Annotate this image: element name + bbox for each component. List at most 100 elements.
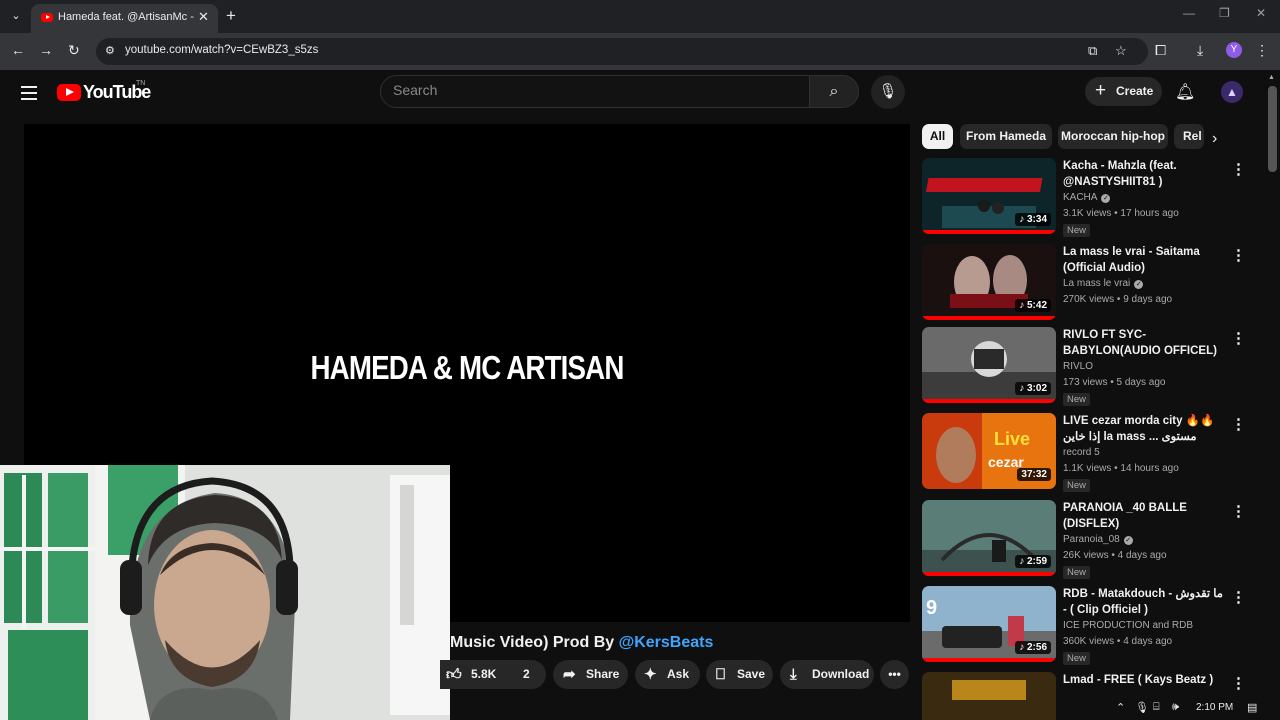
- chip-all[interactable]: All: [922, 124, 953, 149]
- notification-center-icon[interactable]: ▤: [1247, 701, 1257, 714]
- thumbnail[interactable]: ♪ 2:59: [922, 500, 1056, 576]
- list-item[interactable]: Live cezar 37:32 LIVE cezar morda city 🔥🔥…: [922, 413, 1267, 493]
- new-badge: New: [1063, 479, 1091, 492]
- like-dislike-group: 👍︎ 5.8K 2: [440, 660, 546, 689]
- list-item[interactable]: ♪ 5:42 La mass le vrai - Saitama (Offici…: [922, 244, 1267, 324]
- minimize-icon[interactable]: —: [1183, 6, 1195, 20]
- new-tab-plus-icon[interactable]: +: [226, 6, 236, 26]
- more-vert-icon[interactable]: ⋮: [1231, 502, 1246, 520]
- notifications-bell-icon[interactable]: 🔔︎: [1175, 82, 1195, 102]
- new-badge: New: [1063, 224, 1091, 237]
- list-item[interactable]: ♪ 2:59 PARANOIA _40 BALLE (DISFLEX) Para…: [922, 500, 1267, 580]
- list-item[interactable]: ♪ 3:02 RIVLO FT SYC-BABYLON(AUDIO OFFICE…: [922, 327, 1267, 407]
- rec-meta: 1.1K views • 14 hours ago: [1063, 463, 1179, 474]
- chip-from-hameda[interactable]: From Hameda: [960, 124, 1052, 149]
- thumbs-up-icon[interactable]: 👍︎: [446, 660, 462, 689]
- guide-menu-icon[interactable]: [21, 86, 37, 104]
- more-vert-icon[interactable]: ⋮: [1231, 588, 1246, 606]
- install-app-icon[interactable]: ⧉: [1088, 43, 1097, 59]
- svg-text:Live: Live: [994, 429, 1030, 449]
- sparkle-icon: ✦: [644, 666, 657, 683]
- create-button[interactable]: + Create: [1085, 77, 1162, 106]
- window-close-icon[interactable]: ✕: [1256, 6, 1266, 20]
- downloads-icon[interactable]: ⤓: [1197, 42, 1203, 59]
- rec-channel[interactable]: La mass le vrai ✓: [1063, 278, 1144, 289]
- tab-close-icon[interactable]: ✕: [198, 9, 209, 25]
- comment-count[interactable]: 2: [523, 660, 530, 689]
- back-arrow-icon[interactable]: ←: [11, 42, 25, 58]
- page-scrollbar-thumb[interactable]: [1268, 86, 1277, 172]
- extensions-icon[interactable]: ⧠: [1155, 42, 1166, 59]
- address-bar[interactable]: ⚙ youtube.com/watch?v=CEwBZ3_s5zs ⧉ ☆: [96, 38, 1148, 65]
- reload-icon[interactable]: ↻: [68, 42, 80, 59]
- rec-channel[interactable]: RIVLO: [1063, 361, 1093, 372]
- rec-channel[interactable]: record 5: [1063, 447, 1100, 458]
- thumbnail[interactable]: ♪ 5:42: [922, 244, 1056, 320]
- producer-link[interactable]: @KersBeats: [619, 634, 714, 651]
- more-vert-icon[interactable]: ⋮: [1231, 160, 1246, 178]
- more-vert-icon[interactable]: ⋮: [1231, 674, 1246, 692]
- list-item[interactable]: ♪ 3:34 Kacha - Mahzla (feat. @NASTYSHIIT…: [922, 158, 1267, 238]
- video-title-text: Music Video) Prod By: [450, 634, 619, 651]
- duration-badge: 37:32: [1017, 468, 1051, 481]
- profile-avatar[interactable]: Y: [1226, 42, 1242, 58]
- volume-icon[interactable]: 🕪︎: [1172, 701, 1179, 714]
- ask-button[interactable]: ✦ Ask: [635, 660, 700, 689]
- youtube-logo-icon[interactable]: [57, 84, 81, 101]
- duration-badge: ♪ 2:59: [1015, 555, 1051, 568]
- more-actions-button[interactable]: •••: [880, 660, 909, 689]
- duration-badge: ♪ 5:42: [1015, 299, 1051, 312]
- tab-search-chevron-icon[interactable]: ⌄: [8, 8, 24, 24]
- thumbnail[interactable]: Live cezar 37:32: [922, 413, 1056, 489]
- bookmark-star-icon[interactable]: ☆: [1115, 43, 1127, 59]
- rec-channel[interactable]: ICE PRODUCTION and RDB: [1063, 620, 1193, 631]
- rec-title[interactable]: RIVLO FT SYC-BABYLON(AUDIO OFFICEL): [1063, 327, 1228, 359]
- rec-title[interactable]: PARANOIA _40 BALLE (DISFLEX): [1063, 500, 1228, 532]
- rec-title[interactable]: LIVE cezar morda city 🔥🔥 إذا خاين la mas…: [1063, 413, 1228, 445]
- like-count[interactable]: 5.8K: [471, 660, 496, 689]
- taskbar-clock[interactable]: 2:10 PM: [1196, 702, 1233, 713]
- more-vert-icon[interactable]: ⋮: [1231, 329, 1246, 347]
- bookmark-icon: ⎕: [716, 666, 726, 683]
- tray-chevron-icon[interactable]: ⌃: [1116, 701, 1125, 714]
- microphone-icon: 🎙: [878, 83, 898, 100]
- rec-meta: 360K views • 4 days ago: [1063, 636, 1173, 647]
- site-info-icon[interactable]: ⚙: [105, 44, 115, 57]
- url-text[interactable]: youtube.com/watch?v=CEwBZ3_s5zs: [125, 44, 318, 56]
- more-vert-icon[interactable]: ⋮: [1231, 415, 1246, 433]
- chevron-right-icon[interactable]: ›: [1212, 130, 1217, 148]
- rec-title[interactable]: Lmad - FREE ( Kays Beatz ): [1063, 672, 1228, 688]
- account-avatar[interactable]: ▲: [1221, 81, 1243, 103]
- voice-search-button[interactable]: 🎙: [871, 75, 905, 109]
- scroll-up-arrow-icon[interactable]: ▲: [1268, 74, 1275, 81]
- browser-menu-icon[interactable]: ⋮: [1255, 42, 1269, 59]
- thumbnail[interactable]: [922, 672, 1056, 720]
- thumbnail[interactable]: ♪ 3:02: [922, 327, 1056, 403]
- rec-title[interactable]: La mass le vrai - Saitama (Official Audi…: [1063, 244, 1228, 276]
- forward-arrow-icon[interactable]: →: [39, 42, 53, 58]
- list-item[interactable]: 9 ♪ 2:56 RDB - Matakdouch - ما تقدوش - (…: [922, 586, 1267, 666]
- search-box[interactable]: [380, 75, 810, 108]
- more-horizontal-icon: •••: [888, 667, 901, 681]
- share-arrow-icon: ➦: [563, 666, 576, 683]
- more-vert-icon[interactable]: ⋮: [1231, 246, 1246, 264]
- chip-related[interactable]: Rel: [1174, 124, 1204, 149]
- search-button[interactable]: ⌕: [809, 75, 859, 108]
- chip-moroccan-hiphop[interactable]: Moroccan hip-hop: [1058, 124, 1168, 149]
- browser-tab-active[interactable]: Hameda feat. @ArtisanMc - We ✕: [31, 4, 218, 33]
- thumbnail[interactable]: ♪ 3:34: [922, 158, 1056, 234]
- new-badge: New: [1063, 566, 1091, 579]
- network-icon[interactable]: ⌸: [1153, 701, 1160, 714]
- rec-title[interactable]: RDB - Matakdouch - ما تقدوش - ( Clip Off…: [1063, 586, 1228, 618]
- rec-title[interactable]: Kacha - Mahzla (feat. @NASTYSHIIT81 ): [1063, 158, 1228, 190]
- download-button[interactable]: ⤓ Download: [780, 660, 874, 689]
- save-button[interactable]: ⎕ Save: [706, 660, 773, 689]
- share-button[interactable]: ➦ Share: [553, 660, 628, 689]
- rec-channel[interactable]: Paranoia_08 ✓: [1063, 534, 1133, 545]
- microphone-tray-icon[interactable]: 🎙︎: [1135, 701, 1149, 714]
- thumbnail[interactable]: 9 ♪ 2:56: [922, 586, 1056, 662]
- restore-icon[interactable]: ❐: [1219, 6, 1230, 20]
- ask-label: Ask: [667, 667, 690, 681]
- rec-channel[interactable]: KACHA ✓: [1063, 192, 1111, 203]
- search-input[interactable]: [393, 82, 793, 98]
